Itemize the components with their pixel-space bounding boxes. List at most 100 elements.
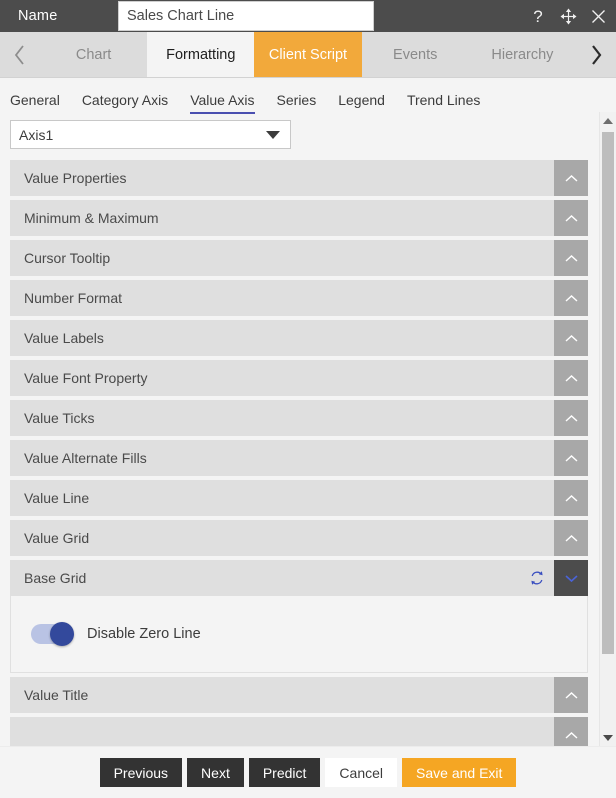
accordion-item-value-ticks: Value Ticks <box>10 400 588 436</box>
subtab-series[interactable]: Series <box>277 92 317 112</box>
accordion-header[interactable]: Value Title <box>10 677 588 713</box>
sub-tabstrip: General Category Axis Value Axis Series … <box>0 78 616 114</box>
accordion-tools <box>554 400 588 436</box>
scroll-up-arrow-icon[interactable] <box>600 112 616 129</box>
chevron-left-icon[interactable] <box>0 32 40 77</box>
accordion-title: Value Title <box>24 687 89 703</box>
tab-label: Client Script <box>268 46 348 63</box>
cancel-button[interactable]: Cancel <box>325 758 398 787</box>
subtab-category-axis[interactable]: Category Axis <box>82 92 168 112</box>
chevron-up-icon[interactable] <box>554 677 588 713</box>
axis-select-row: Axis1 <box>0 112 616 155</box>
subtab-label: Value Axis <box>190 92 255 108</box>
chevron-up-icon[interactable] <box>554 160 588 196</box>
accordion-item-value-labels: Value Labels <box>10 320 588 356</box>
chevron-up-icon[interactable] <box>554 480 588 516</box>
accordion-item-partial <box>10 717 588 746</box>
accordion-title: Value Line <box>24 490 90 506</box>
tab-list: Chart Formatting Client Script Events Hi… <box>40 32 576 77</box>
accordion-header[interactable]: Value Labels <box>10 320 588 356</box>
accordion-tools <box>554 440 588 476</box>
question-mark-icon[interactable]: ? <box>528 8 548 25</box>
accordion-item-value-grid: Value Grid <box>10 520 588 556</box>
accordion-item-value-title: Value Title <box>10 677 588 713</box>
scrollbar-thumb[interactable] <box>602 132 614 654</box>
tab-client-script[interactable]: Client Script <box>254 32 362 77</box>
accordion-tools <box>554 520 588 556</box>
disable-zero-line-row: Disable Zero Line <box>31 622 201 646</box>
move-icon[interactable] <box>558 8 578 25</box>
accordion-header[interactable]: Number Format <box>10 280 588 316</box>
accordion-item-number-format: Number Format <box>10 280 588 316</box>
accordion-header[interactable]: Value Alternate Fills <box>10 440 588 476</box>
accordion-tools <box>554 677 588 713</box>
accordion-tools <box>554 280 588 316</box>
subtab-general[interactable]: General <box>10 92 60 112</box>
chevron-up-icon[interactable] <box>554 440 588 476</box>
accordion-item-cursor-tooltip: Cursor Tooltip <box>10 240 588 276</box>
subtab-legend[interactable]: Legend <box>338 92 385 112</box>
accordion-header[interactable]: Minimum & Maximum <box>10 200 588 236</box>
subtab-label: Trend Lines <box>406 92 481 108</box>
accordion-title: Value Grid <box>24 530 90 546</box>
disable-zero-line-toggle[interactable] <box>31 622 74 646</box>
accordion-item-value-properties: Value Properties <box>10 160 588 196</box>
axis-select-value: Axis1 <box>19 126 54 143</box>
chevron-up-icon[interactable] <box>554 717 588 746</box>
chevron-up-icon[interactable] <box>554 520 588 556</box>
chevron-down-icon[interactable] <box>554 560 588 596</box>
accordion-header[interactable]: Value Grid <box>10 520 588 556</box>
subtab-value-axis[interactable]: Value Axis <box>190 92 255 114</box>
accordion-title: Base Grid <box>24 570 87 586</box>
main-tabstrip: Chart Formatting Client Script Events Hi… <box>0 32 616 78</box>
accordion-item-value-font-property: Value Font Property <box>10 360 588 396</box>
accordion-header[interactable] <box>10 717 588 746</box>
accordion-item-minimum-maximum: Minimum & Maximum <box>10 200 588 236</box>
accordion-tools <box>554 480 588 516</box>
subtab-trend-lines[interactable]: Trend Lines <box>407 92 480 112</box>
close-icon[interactable] <box>588 9 608 24</box>
tab-label: Chart <box>75 46 112 63</box>
tab-hierarchy[interactable]: Hierarchy <box>469 32 576 77</box>
tab-formatting[interactable]: Formatting <box>147 32 255 77</box>
tab-events[interactable]: Events <box>362 32 469 77</box>
accordion-tools <box>520 560 588 596</box>
vertical-scrollbar[interactable] <box>599 112 616 746</box>
chevron-right-icon[interactable] <box>576 32 616 77</box>
chevron-up-icon[interactable] <box>554 280 588 316</box>
name-input[interactable] <box>118 1 374 31</box>
scroll-down-arrow-icon[interactable] <box>600 729 616 746</box>
accordion-tools <box>554 320 588 356</box>
accordion-title: Value Font Property <box>24 370 148 386</box>
accordion-title: Value Properties <box>24 170 127 186</box>
accordion-header[interactable]: Base Grid <box>10 560 588 596</box>
previous-button[interactable]: Previous <box>99 758 183 787</box>
refresh-icon[interactable] <box>520 560 554 596</box>
predict-button[interactable]: Predict <box>248 758 321 787</box>
accordion-title: Value Alternate Fills <box>24 450 147 466</box>
tab-label: Hierarchy <box>491 46 554 63</box>
accordion-header[interactable]: Value Line <box>10 480 588 516</box>
accordion-tools <box>554 160 588 196</box>
chevron-up-icon[interactable] <box>554 400 588 436</box>
chevron-up-icon[interactable] <box>554 360 588 396</box>
accordion-panel: Value Properties Minimum & Maximum Curso… <box>0 160 598 746</box>
subtab-label: Legend <box>338 92 385 108</box>
accordion-tools <box>554 200 588 236</box>
tab-label: Formatting <box>166 46 236 63</box>
save-and-exit-button[interactable]: Save and Exit <box>402 758 517 787</box>
chevron-up-icon[interactable] <box>554 320 588 356</box>
accordion-header[interactable]: Cursor Tooltip <box>10 240 588 276</box>
accordion-tools <box>554 360 588 396</box>
accordion-item-value-line: Value Line <box>10 480 588 516</box>
accordion-header[interactable]: Value Font Property <box>10 360 588 396</box>
tab-chart[interactable]: Chart <box>40 32 147 77</box>
axis-select[interactable]: Axis1 <box>10 120 291 149</box>
titlebar-icons: ? <box>528 0 608 32</box>
accordion-header[interactable]: Value Ticks <box>10 400 588 436</box>
next-button[interactable]: Next <box>187 758 244 787</box>
accordion-header[interactable]: Value Properties <box>10 160 588 196</box>
chevron-up-icon[interactable] <box>554 240 588 276</box>
chevron-up-icon[interactable] <box>554 200 588 236</box>
accordion-item-base-grid: Base Grid Disable Zero Line <box>10 560 588 673</box>
